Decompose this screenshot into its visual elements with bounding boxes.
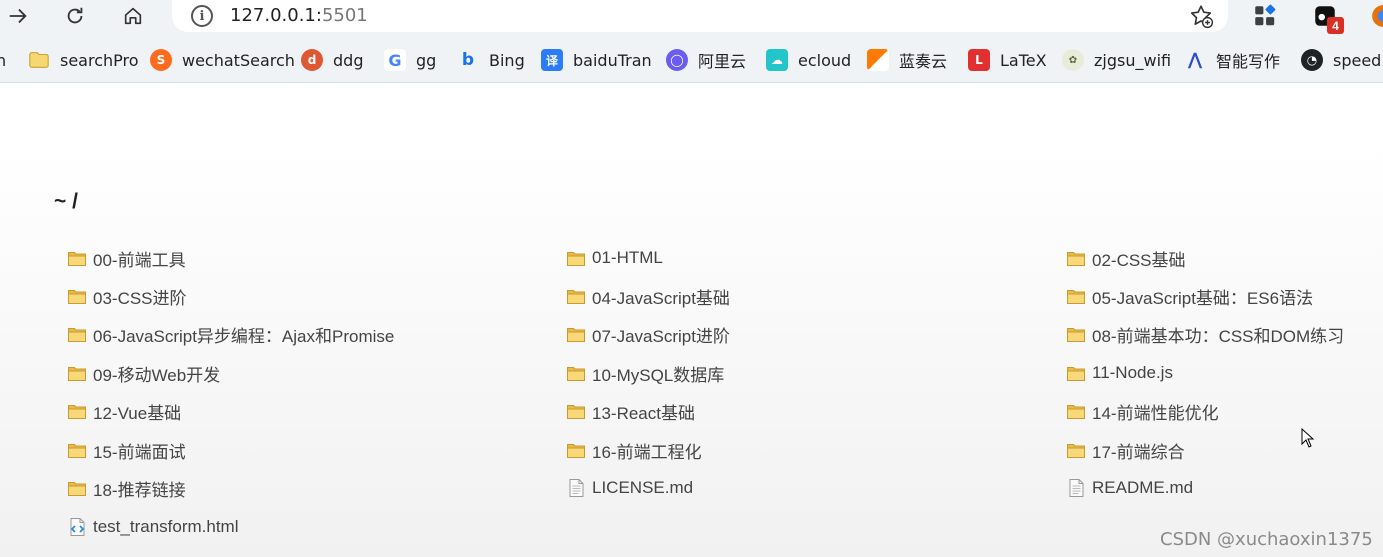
bookmark-latex[interactable]: L LaTeX (968, 47, 1047, 73)
bookmarks-bar: n searchPro S wechatSearch d ddg G gg b … (0, 38, 1383, 83)
bookmark-ecloud[interactable]: ☁ ecloud (766, 47, 851, 73)
mouse-cursor-icon (1301, 428, 1315, 448)
folder-icon (68, 367, 86, 381)
file-entry-folder[interactable]: 12-Vue基础 (67, 398, 181, 424)
university-seal-icon: ✿ (1062, 49, 1084, 71)
file-entry-folder[interactable]: 09-移动Web开发 (67, 360, 220, 386)
file-entry-folder[interactable]: 11-Node.js (1066, 360, 1173, 386)
reload-button[interactable] (55, 0, 95, 32)
file-entry-folder[interactable]: 04-JavaScript基础 (566, 283, 730, 309)
file-entry-folder[interactable]: 06-JavaScript异步编程：Ajax和Promise (67, 321, 394, 347)
file-entry-folder[interactable]: 15-前端面试 (67, 437, 186, 463)
extension-badge: 4 (1327, 17, 1344, 34)
file-entry-folder[interactable]: 02-CSS基础 (1066, 245, 1186, 271)
address-bar[interactable]: i 127.0.0.1:5501 (172, 0, 1228, 32)
add-favorite-icon[interactable] (1188, 3, 1214, 29)
folder-icon (567, 328, 585, 342)
file-entry-folder[interactable]: 08-前端基本功：CSS和DOM练习 (1066, 321, 1344, 347)
bookmark-wechatsearch[interactable]: S wechatSearch (150, 47, 295, 73)
forward-button[interactable] (0, 0, 38, 32)
file-entry-folder[interactable]: 03-CSS进阶 (67, 283, 187, 309)
folder-icon (1067, 252, 1085, 266)
bookmark-aliyun[interactable]: ◯ 阿里云 (666, 47, 746, 73)
home-icon (124, 7, 142, 25)
watermark: CSDN @xuchaoxin1375 (1160, 529, 1373, 550)
file-entry-text[interactable]: LICENSE.md (566, 475, 693, 501)
folder-icon (29, 52, 49, 68)
file-entry-folder[interactable]: 05-JavaScript基础：ES6语法 (1066, 283, 1313, 309)
url-text[interactable]: 127.0.0.1:5501 (230, 5, 368, 26)
bookmark-lanzou[interactable]: 蓝奏云 (867, 47, 947, 73)
folder-icon (1067, 290, 1085, 304)
file-entry-folder[interactable]: 01-HTML (566, 245, 663, 271)
folder-icon (567, 290, 585, 304)
bookmark-searchpro[interactable]: searchPro (28, 47, 139, 73)
file-entry-folder[interactable]: 07-JavaScript进阶 (566, 321, 730, 347)
extensions-icon[interactable] (1252, 3, 1278, 29)
file-entry-html[interactable]: test_transform.html (67, 514, 239, 540)
browser-toolbar: i 127.0.0.1:5501 4 (0, 0, 1383, 38)
folder-icon (1067, 444, 1085, 458)
html-file-icon (70, 517, 85, 537)
bookmark-writing[interactable]: ⋀ 智能写作 (1184, 47, 1280, 73)
folder-icon (567, 252, 585, 266)
breadcrumb: ~ / (54, 190, 78, 213)
writing-icon: ⋀ (1187, 50, 1203, 70)
aliyun-icon: ◯ (666, 49, 688, 71)
page-content: ~ / 00-前端工具 01-HTML 02-CSS基础 03-CSS进阶 04… (0, 84, 1383, 557)
bing-icon: b (461, 50, 475, 70)
bookmark-speed[interactable]: ◔ speed (1301, 47, 1381, 73)
bookmark-gg[interactable]: G gg (384, 47, 436, 73)
file-entry-folder[interactable]: 10-MySQL数据库 (566, 360, 724, 386)
text-file-icon (1069, 479, 1084, 497)
translate-icon: 译 (541, 49, 563, 71)
folder-icon (68, 482, 86, 496)
cloud-icon: ☁ (766, 49, 788, 71)
latex-icon: L (968, 49, 990, 71)
file-entry-folder[interactable]: 16-前端工程化 (566, 437, 702, 463)
bookmark-zjgsu-wifi[interactable]: ✿ zjgsu_wifi (1062, 47, 1171, 73)
folder-icon (567, 405, 585, 419)
text-file-icon (569, 479, 584, 497)
file-entry-folder[interactable]: 17-前端综合 (1066, 437, 1185, 463)
google-icon: G (384, 49, 406, 71)
folder-icon (68, 252, 86, 266)
sogou-icon: S (150, 49, 172, 71)
duckduckgo-icon: d (301, 49, 323, 71)
folder-icon (68, 290, 86, 304)
bookmark-baidutran[interactable]: 译 baiduTran (541, 47, 652, 73)
file-entry-folder[interactable]: 00-前端工具 (67, 245, 186, 271)
bookmark-ddg[interactable]: d ddg (301, 47, 363, 73)
home-button[interactable] (113, 0, 153, 32)
folder-icon (68, 328, 86, 342)
bookmark-partial[interactable]: n (0, 47, 6, 73)
file-entry-folder[interactable]: 18-推荐链接 (67, 475, 186, 501)
bookmark-bing[interactable]: b Bing (457, 47, 525, 73)
folder-icon (1067, 367, 1085, 381)
folder-icon (1067, 405, 1085, 419)
lanzou-icon (867, 49, 889, 71)
file-entry-text[interactable]: README.md (1066, 475, 1193, 501)
reload-icon (67, 7, 83, 24)
info-icon[interactable]: i (191, 5, 213, 27)
folder-icon (68, 405, 86, 419)
folder-icon (1067, 328, 1085, 342)
folder-icon (68, 444, 86, 458)
folder-icon (567, 367, 585, 381)
speedometer-icon: ◔ (1301, 49, 1323, 71)
file-entry-folder[interactable]: 14-前端性能优化 (1066, 398, 1219, 424)
folder-icon (567, 444, 585, 458)
file-entry-folder[interactable]: 13-React基础 (566, 398, 695, 424)
arrow-right-icon (9, 8, 27, 24)
profile-icon[interactable] (1370, 3, 1383, 29)
